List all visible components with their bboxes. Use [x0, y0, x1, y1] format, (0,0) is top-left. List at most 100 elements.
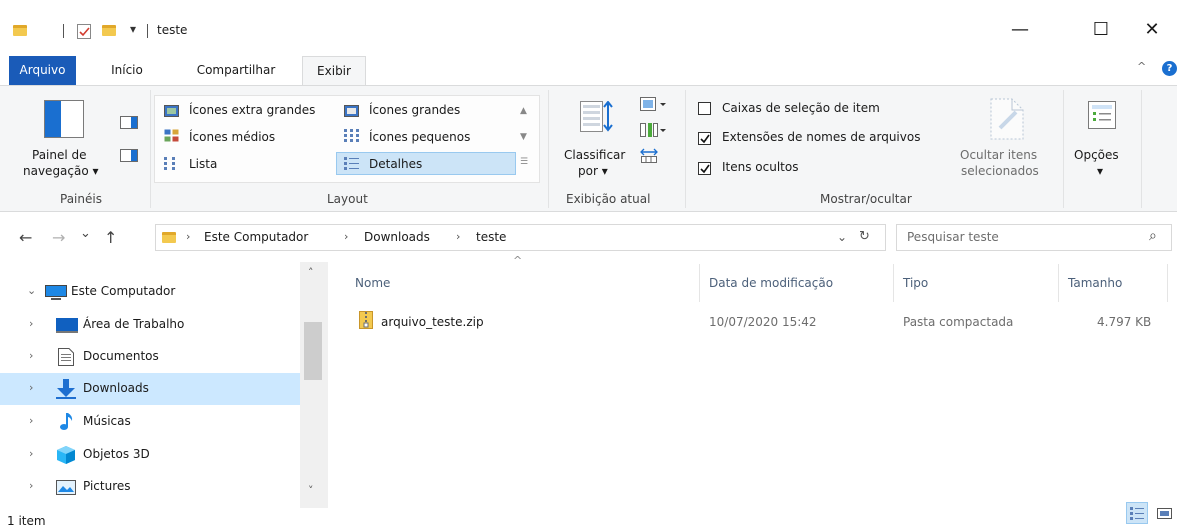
- tab-exibir[interactable]: Exibir: [302, 56, 366, 85]
- nav-pane-label-line2: navegação ▾: [23, 164, 99, 178]
- breadcrumb-separator: ›: [456, 230, 461, 243]
- hidden-items-checkbox[interactable]: [698, 162, 711, 175]
- column-header-type[interactable]: Tipo: [903, 276, 928, 290]
- large-icons-view-icon: [1157, 508, 1172, 519]
- nav-item-downloads[interactable]: › Downloads: [0, 373, 300, 405]
- sort-icon: [580, 101, 613, 132]
- breadcrumb-teste[interactable]: teste: [476, 230, 506, 244]
- collapsed-chevron-icon[interactable]: ›: [29, 479, 33, 492]
- nav-item-area-de-trabalho[interactable]: › Área de Trabalho: [0, 309, 300, 341]
- nav-item-label: Pictures: [83, 479, 131, 493]
- expanded-chevron-icon[interactable]: ⌄: [27, 284, 36, 297]
- large-icons-icon: [344, 105, 359, 117]
- layout-small-icons[interactable]: Ícones pequenos: [369, 130, 470, 144]
- breadcrumb-separator: ›: [344, 230, 349, 243]
- zip-folder-icon: [359, 311, 373, 329]
- new-folder-icon[interactable]: [102, 25, 116, 36]
- file-extensions-label: Extensões de nomes de arquivos: [722, 130, 921, 144]
- nav-item-label: Músicas: [83, 414, 131, 428]
- recent-locations-button[interactable]: ⌄: [80, 226, 91, 241]
- list-icon: [164, 157, 175, 170]
- help-icon[interactable]: ?: [1162, 61, 1177, 76]
- close-button[interactable]: ✕: [1132, 14, 1172, 46]
- collapse-ribbon-button[interactable]: ^: [1137, 60, 1146, 73]
- file-name[interactable]: arquivo_teste.zip: [381, 315, 484, 329]
- column-divider[interactable]: [1058, 264, 1059, 302]
- column-header-name[interactable]: Nome: [355, 276, 390, 290]
- search-icon[interactable]: ⌕: [1149, 228, 1157, 244]
- collapsed-chevron-icon[interactable]: ›: [29, 349, 33, 362]
- tab-inicio[interactable]: Início: [98, 56, 156, 85]
- breadcrumb-este-computador[interactable]: Este Computador: [204, 230, 308, 244]
- size-columns-icon[interactable]: [640, 148, 660, 163]
- column-header-modified[interactable]: Data de modificação: [709, 276, 833, 290]
- back-button[interactable]: ←: [19, 228, 32, 247]
- collapsed-chevron-icon[interactable]: ›: [29, 414, 33, 427]
- file-extensions-checkbox[interactable]: [698, 132, 711, 145]
- column-divider[interactable]: [1167, 264, 1168, 302]
- refresh-button[interactable]: ↻: [859, 229, 870, 244]
- ribbon-tab-row: Arquivo Início Compartilhar Exibir: [0, 52, 1177, 86]
- preview-pane-icon[interactable]: [120, 116, 138, 129]
- collapsed-chevron-icon[interactable]: ›: [29, 447, 33, 460]
- details-view-button[interactable]: [1126, 502, 1148, 524]
- gallery-scroll-down[interactable]: ▼: [520, 132, 527, 142]
- forward-button[interactable]: →: [52, 228, 65, 247]
- large-icons-view-button[interactable]: [1153, 502, 1175, 524]
- add-columns-icon[interactable]: [640, 123, 670, 138]
- maximize-button[interactable]: ☐: [1078, 14, 1124, 46]
- breadcrumb-downloads[interactable]: Downloads: [364, 230, 430, 244]
- tab-compartilhar[interactable]: Compartilhar: [176, 56, 296, 85]
- folder-icon[interactable]: [13, 25, 27, 36]
- nav-pane-scroll-thumb[interactable]: [304, 322, 322, 380]
- nav-item-documentos[interactable]: › Documentos: [0, 341, 300, 373]
- group-separator: [150, 90, 151, 208]
- group-separator: [548, 90, 549, 208]
- nav-pane-scrollbar[interactable]: [300, 262, 328, 508]
- folder-icon: [162, 232, 176, 243]
- checkmark-icon: [700, 164, 710, 174]
- downloads-icon: [56, 379, 76, 399]
- group-label-exibicao-atual: Exibição atual: [566, 192, 651, 206]
- up-button[interactable]: ↑: [104, 228, 117, 247]
- nav-item-pictures[interactable]: › Pictures: [0, 471, 300, 503]
- search-box[interactable]: Pesquisar teste ⌕: [896, 224, 1172, 251]
- layout-medium-icons[interactable]: Ícones médios: [189, 130, 275, 144]
- scroll-down-button[interactable]: ˅: [308, 484, 314, 497]
- objects3d-icon: [57, 446, 75, 464]
- sort-label-line1: Classificar: [564, 148, 626, 162]
- column-header-size[interactable]: Tamanho: [1068, 276, 1122, 290]
- group-separator: [1141, 90, 1142, 208]
- window-title: teste: [157, 23, 188, 37]
- separator: [63, 24, 64, 38]
- column-divider[interactable]: [699, 264, 700, 302]
- scroll-up-button[interactable]: ˄: [308, 266, 314, 279]
- minimize-button[interactable]: —: [997, 14, 1043, 46]
- collapsed-chevron-icon[interactable]: ›: [29, 381, 33, 394]
- column-divider[interactable]: [893, 264, 894, 302]
- item-checkboxes-checkbox[interactable]: [698, 102, 711, 115]
- nav-item-label: Downloads: [83, 381, 149, 395]
- nav-item-musicas[interactable]: › Músicas: [0, 406, 300, 438]
- nav-item-objetos-3d[interactable]: › Objetos 3D: [0, 439, 300, 471]
- address-dropdown-button[interactable]: ⌄: [837, 230, 847, 244]
- file-modified: 10/07/2020 15:42: [709, 315, 817, 329]
- layout-large-icons[interactable]: Ícones grandes: [369, 103, 460, 117]
- ribbon: Painel de navegação ▾ Painéis Ícones ext…: [0, 85, 1177, 212]
- customize-quick-access-button[interactable]: ▾: [130, 22, 136, 36]
- address-bar[interactable]: › Este Computador › Downloads › teste ⌄ …: [155, 224, 886, 251]
- layout-details[interactable]: Detalhes: [369, 157, 422, 171]
- nav-item-este-computador[interactable]: ⌄ Este Computador: [0, 276, 300, 308]
- gallery-scroll-up[interactable]: ▲: [520, 106, 527, 116]
- search-input[interactable]: Pesquisar teste: [907, 230, 999, 244]
- medium-icons-icon: [164, 129, 179, 142]
- layout-extra-large-icons[interactable]: Ícones extra grandes: [189, 103, 315, 117]
- group-by-icon[interactable]: [640, 97, 670, 112]
- layout-list[interactable]: Lista: [189, 157, 217, 171]
- gallery-expand[interactable]: ☰: [520, 157, 528, 167]
- tab-arquivo[interactable]: Arquivo: [9, 56, 76, 85]
- group-separator: [1063, 90, 1064, 208]
- details-pane-icon[interactable]: [120, 149, 138, 162]
- collapsed-chevron-icon[interactable]: ›: [29, 317, 33, 330]
- properties-icon[interactable]: [77, 24, 91, 39]
